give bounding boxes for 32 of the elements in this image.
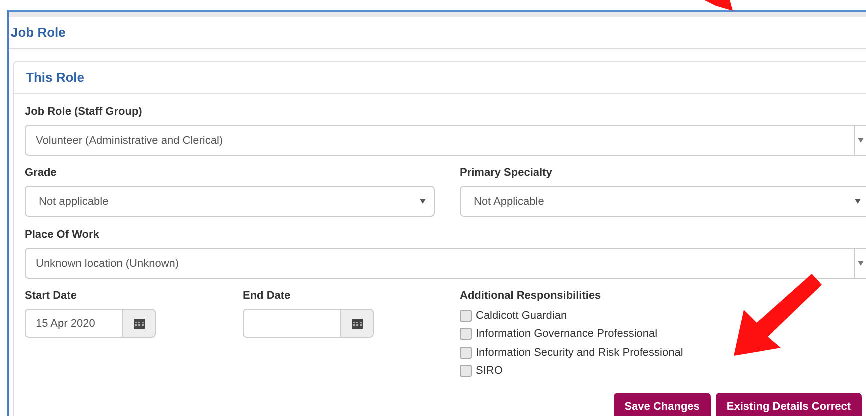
caret-icon <box>858 261 864 266</box>
section-title: This Role <box>26 70 85 85</box>
field-label: Primary Specialty <box>460 166 552 180</box>
checkbox[interactable] <box>460 328 472 340</box>
calendar-button[interactable] <box>122 309 156 338</box>
field-label: End Date <box>243 289 291 303</box>
select-field[interactable]: Volunteer (Administrative and Clerical) <box>25 125 866 156</box>
field-label: Start Date <box>25 289 77 303</box>
field-label: Job Role (Staff Group) <box>25 105 142 119</box>
calendar-icon <box>134 318 144 328</box>
action-button[interactable]: Save Changes <box>614 393 711 416</box>
calendar-button[interactable] <box>340 309 374 338</box>
select-field[interactable]: Not applicable <box>25 186 435 217</box>
panel-title: Job Role <box>11 25 66 40</box>
checkbox-label: Caldicott Guardian <box>476 310 568 322</box>
checkbox-label: Information Security and Risk Professional <box>476 346 684 359</box>
select-field[interactable]: Unknown location (Unknown) <box>25 248 866 279</box>
select-field[interactable]: Not Applicable <box>460 186 866 217</box>
caret-icon <box>855 199 861 204</box>
checkbox-label: Information Governance Professional <box>476 328 658 340</box>
action-button[interactable]: Existing Details Correct <box>716 393 862 416</box>
field-label: Additional Responsibilities <box>460 289 602 303</box>
field-label: Grade <box>25 166 57 180</box>
checkbox-label: SIRO <box>476 365 503 378</box>
checkbox[interactable] <box>460 310 472 322</box>
caret-icon <box>420 199 426 204</box>
field-label: Place Of Work <box>25 228 100 242</box>
caret-icon <box>858 138 864 143</box>
calendar-icon <box>352 318 362 328</box>
checkbox[interactable] <box>460 346 472 359</box>
pointer-arrow <box>704 0 733 11</box>
checkbox[interactable] <box>460 365 472 378</box>
